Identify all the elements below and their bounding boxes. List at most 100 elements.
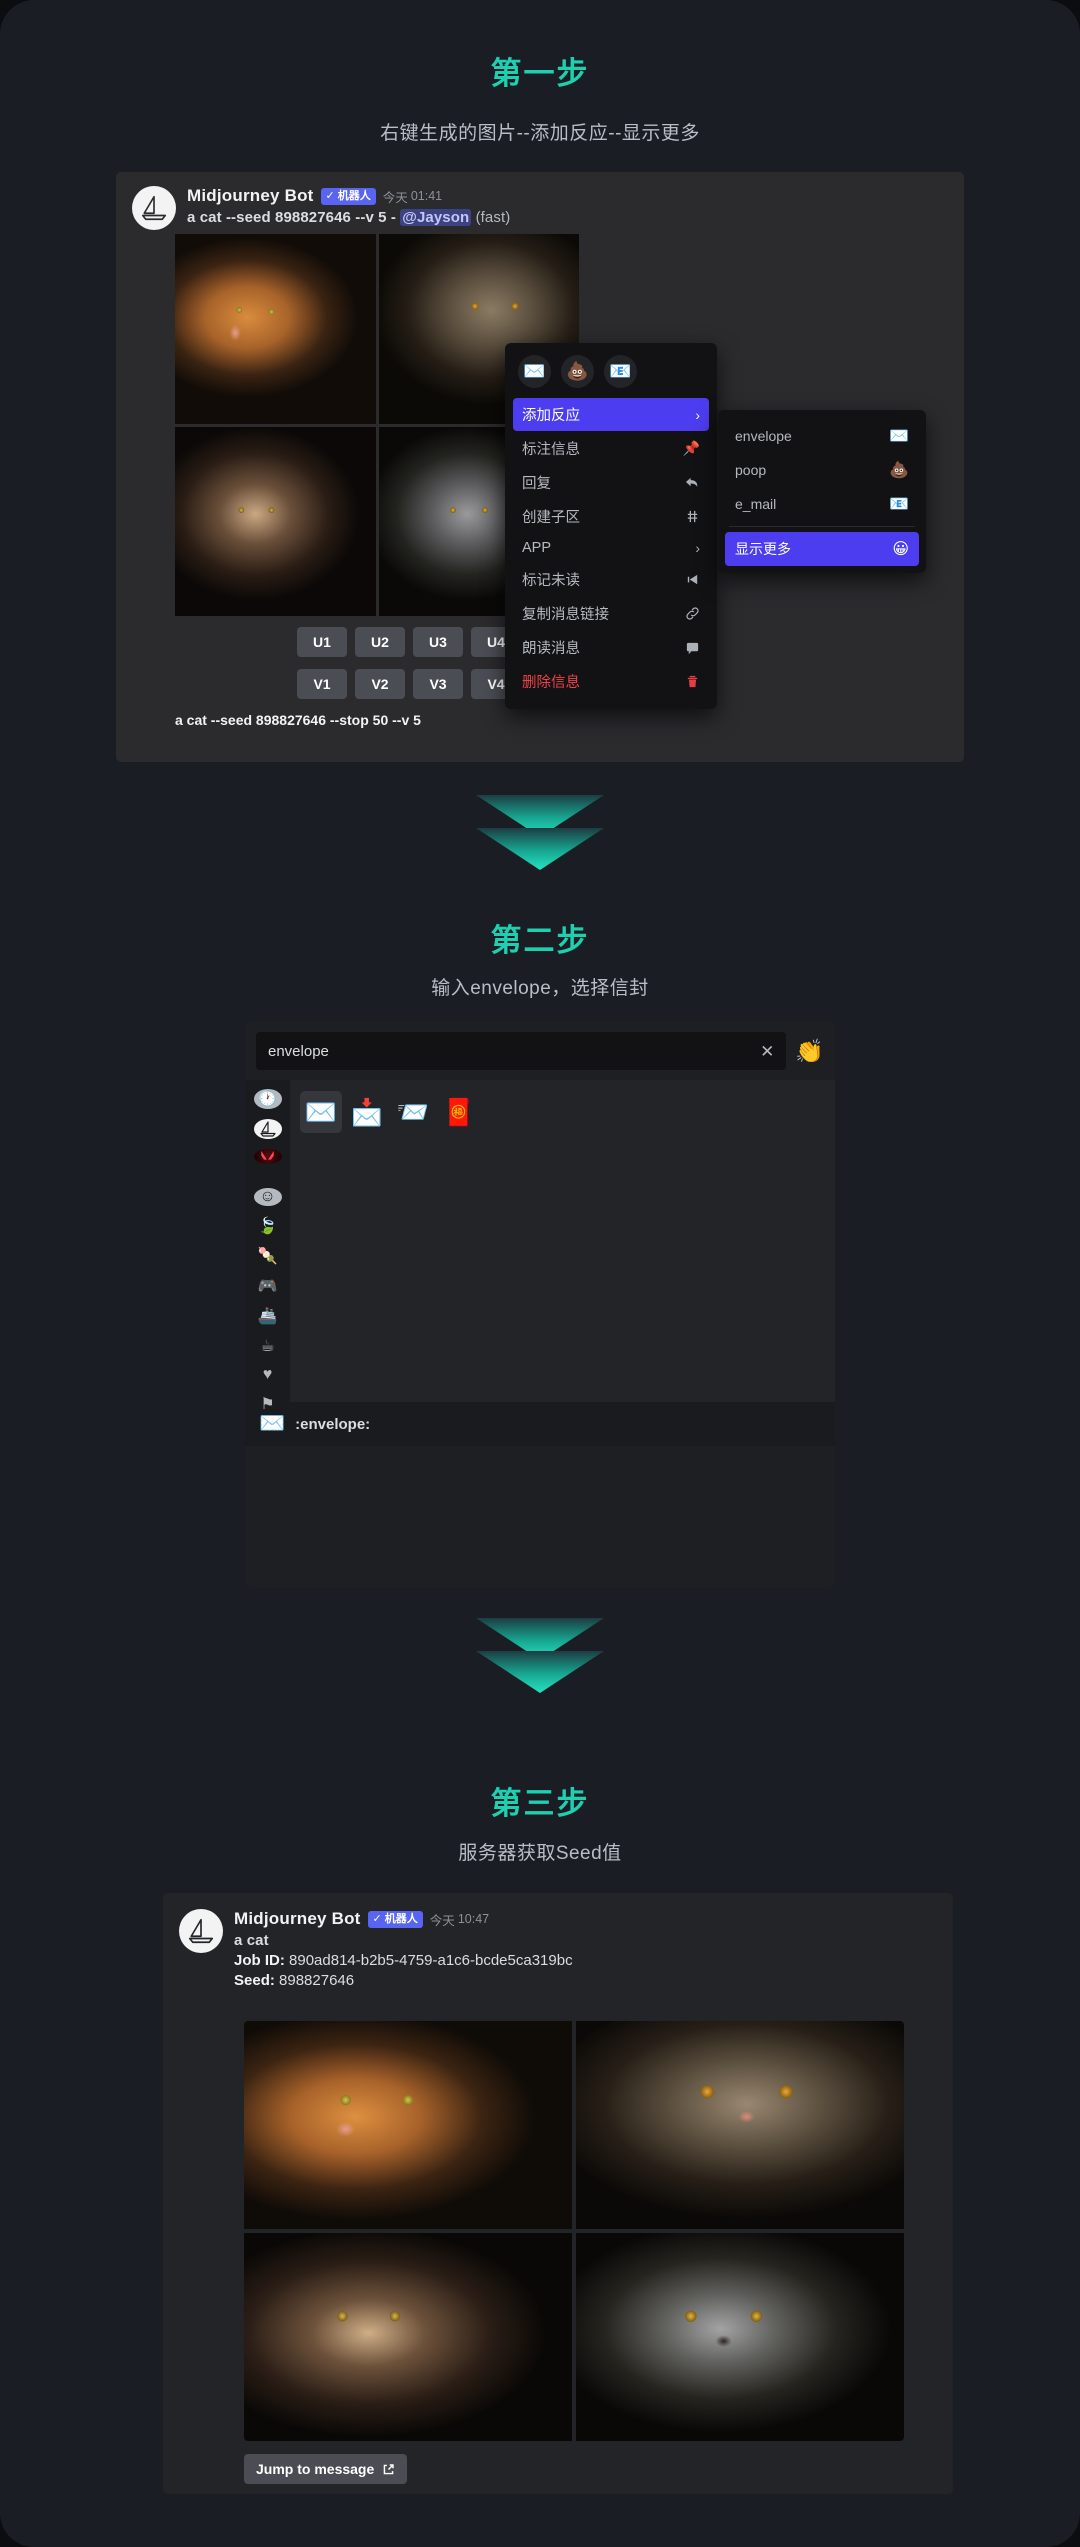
menu-label: APP <box>522 540 552 556</box>
jump-to-message-wrap: Jump to message <box>244 2454 408 2484</box>
jump-to-message-button[interactable]: Jump to message <box>244 2454 408 2484</box>
emoji-results: ✉️ 📩 📨 🧧 <box>290 1080 835 1402</box>
sailboat-icon <box>141 195 167 221</box>
menu-item-mark-unread[interactable]: 标记未读 <box>513 563 709 596</box>
prompt-line-3: a cat <box>234 1932 269 1949</box>
cat-art <box>244 2233 572 2441</box>
menu-label: 删除信息 <box>522 675 580 691</box>
activity-gamepad-icon[interactable]: 🎮 <box>254 1276 282 1296</box>
midjourney-avatar[interactable] <box>132 186 176 230</box>
button-v1[interactable]: V1 <box>297 669 347 699</box>
flags-icon[interactable]: ⚑ <box>254 1394 282 1414</box>
button-u2[interactable]: U2 <box>355 627 405 657</box>
travel-submarine-icon[interactable]: 🚢 <box>254 1306 282 1326</box>
seed-label: Seed <box>234 1972 270 1989</box>
grid-image-3[interactable] <box>244 2233 572 2441</box>
step-3-title: 第三步 <box>0 1778 1080 1823</box>
author-row-3: Midjourney Bot ✓ 机器人 今天 10:47 <box>234 1909 953 1929</box>
chevron-down-icon <box>476 828 604 870</box>
button-u3[interactable]: U3 <box>413 627 463 657</box>
grid-image-3[interactable] <box>175 426 376 616</box>
pin-icon: 📌 <box>682 440 700 456</box>
valorant-server-icon[interactable] <box>253 1149 282 1164</box>
author-name: Midjourney Bot <box>234 1909 361 1928</box>
emoji-search-input[interactable]: envelope ✕ <box>256 1032 787 1070</box>
speed-label: (fast) <box>475 209 511 226</box>
smiley-icon[interactable]: ☺ <box>253 1188 282 1206</box>
image-grid-3[interactable] <box>244 2021 904 2441</box>
reaction-submenu[interactable]: envelope ✉️ poop 💩 e_mail 📧 显示更多 😀 <box>718 410 926 573</box>
emoji-search-value: envelope <box>268 1042 329 1060</box>
discord-message-card-1: Midjourney Bot ✓ 机器人 今天 01:41 a cat --se… <box>116 172 964 762</box>
message-header-3: Midjourney Bot ✓ 机器人 今天 10:47 a cat Job … <box>163 1893 953 1989</box>
menu-item-pin-message[interactable]: 标注信息 📌 <box>513 432 709 465</box>
message-header-1: Midjourney Bot ✓ 机器人 今天 01:41 a cat --se… <box>116 172 964 230</box>
prompt-text: a cat --seed 898827646 --v 5 - <box>187 209 396 226</box>
timestamp-day: 今天 <box>429 1913 455 1928</box>
submenu-item-envelope[interactable]: envelope ✉️ <box>725 419 919 453</box>
button-v3[interactable]: V3 <box>413 669 463 699</box>
user-mention[interactable]: @Jayson <box>400 209 472 226</box>
menu-label: 回复 <box>522 476 551 492</box>
submenu-label: e_mail <box>735 496 777 512</box>
step-divider-2 <box>476 1618 604 1693</box>
menu-label: 创建子区 <box>522 510 580 526</box>
chevron-right-icon: › <box>695 540 700 556</box>
submenu-item-email[interactable]: e_mail 📧 <box>725 487 919 521</box>
cat-art <box>244 2021 572 2229</box>
trash-icon <box>685 674 700 689</box>
close-icon[interactable]: ✕ <box>760 1043 774 1060</box>
objects-mug-icon[interactable]: ☕ <box>254 1336 282 1356</box>
grid-image-4[interactable] <box>576 2233 904 2441</box>
author-row-1: Midjourney Bot ✓ 机器人 今天 01:41 <box>187 186 964 206</box>
menu-item-add-reaction[interactable]: 添加反应 › <box>513 398 709 431</box>
step-divider-1 <box>476 795 604 870</box>
menu-item-copy-message-link[interactable]: 复制消息链接 <box>513 597 709 630</box>
grid-image-1[interactable] <box>244 2021 572 2229</box>
poop-emoji-icon: 💩 <box>889 462 909 479</box>
grid-image-1[interactable] <box>175 234 376 424</box>
emoji-picker-search-bar: envelope ✕ 👏 <box>245 1021 835 1080</box>
emoji-envelope-with-arrow[interactable]: 📩 <box>346 1091 388 1133</box>
emoji-picker-body: 🕐 ☺ 🍃 🍡 🎮 🚢 ☕ ♥ ⚑ ✉️ 📩 📨 🧧 <box>245 1080 835 1413</box>
midjourney-avatar[interactable] <box>179 1909 223 1953</box>
button-v2[interactable]: V2 <box>355 669 405 699</box>
nature-leaf-icon[interactable]: 🍃 <box>254 1216 282 1236</box>
emoji-picker[interactable]: envelope ✕ 👏 🕐 ☺ 🍃 🍡 🎮 🚢 ☕ ♥ ⚑ ✉️ 📩 📨 🧧 … <box>245 1021 835 1588</box>
food-popsicle-icon[interactable]: 🍡 <box>254 1246 282 1266</box>
valorant-mark-icon <box>261 1150 274 1160</box>
footer-prompt: a cat --seed 898827646 --stop 50 --v 5 <box>175 712 421 728</box>
menu-label: 朗读消息 <box>522 641 580 657</box>
sailboat-icon <box>259 1121 276 1137</box>
quick-reaction-envelope-icon[interactable]: ✉️ <box>518 355 551 388</box>
menu-item-speak-message[interactable]: 朗读消息 <box>513 631 709 664</box>
menu-item-create-thread[interactable]: 创建子区 <box>513 500 709 533</box>
step-2-subtitle: 输入envelope，选择信封 <box>0 973 1080 1000</box>
emoji-envelope[interactable]: ✉️ <box>300 1091 342 1133</box>
sailboat-icon <box>188 1918 214 1944</box>
author-name: Midjourney Bot <box>187 186 314 205</box>
quick-reaction-poop-icon[interactable]: 💩 <box>561 355 594 388</box>
button-u1[interactable]: U1 <box>297 627 347 657</box>
emoji-incoming-envelope[interactable]: 📨 <box>392 1091 434 1133</box>
context-menu[interactable]: ✉️ 💩 📧 添加反应 › 标注信息 📌 回复 创建子区 APP › 标记未读 … <box>505 343 717 709</box>
menu-item-app[interactable]: APP › <box>513 534 709 562</box>
cat-art <box>175 234 376 424</box>
midjourney-server-icon[interactable] <box>253 1119 282 1139</box>
emoji-red-envelope[interactable]: 🧧 <box>438 1091 480 1133</box>
preview-emoji-icon: ✉️ <box>259 1412 286 1435</box>
grid-image-2[interactable] <box>576 2021 904 2229</box>
menu-item-reply[interactable]: 回复 <box>513 466 709 499</box>
submenu-item-show-more[interactable]: 显示更多 😀 <box>725 532 919 566</box>
step-3-heading: 第三步 <box>490 1786 590 1821</box>
email-emoji-icon: 📧 <box>889 496 909 513</box>
step-2-subheading: 输入envelope，选择信封 <box>431 978 649 999</box>
symbols-heart-icon[interactable]: ♥ <box>254 1366 282 1384</box>
clapping-hands-emoji-icon[interactable]: 👏 <box>795 1038 824 1065</box>
recent-clock-icon[interactable]: 🕐 <box>253 1089 282 1109</box>
menu-item-delete-message[interactable]: 删除信息 <box>513 665 709 698</box>
external-link-icon <box>383 2463 394 2474</box>
step-1-heading: 第一步 <box>490 56 590 91</box>
quick-reaction-email-icon[interactable]: 📧 <box>604 355 637 388</box>
submenu-item-poop[interactable]: poop 💩 <box>725 453 919 487</box>
